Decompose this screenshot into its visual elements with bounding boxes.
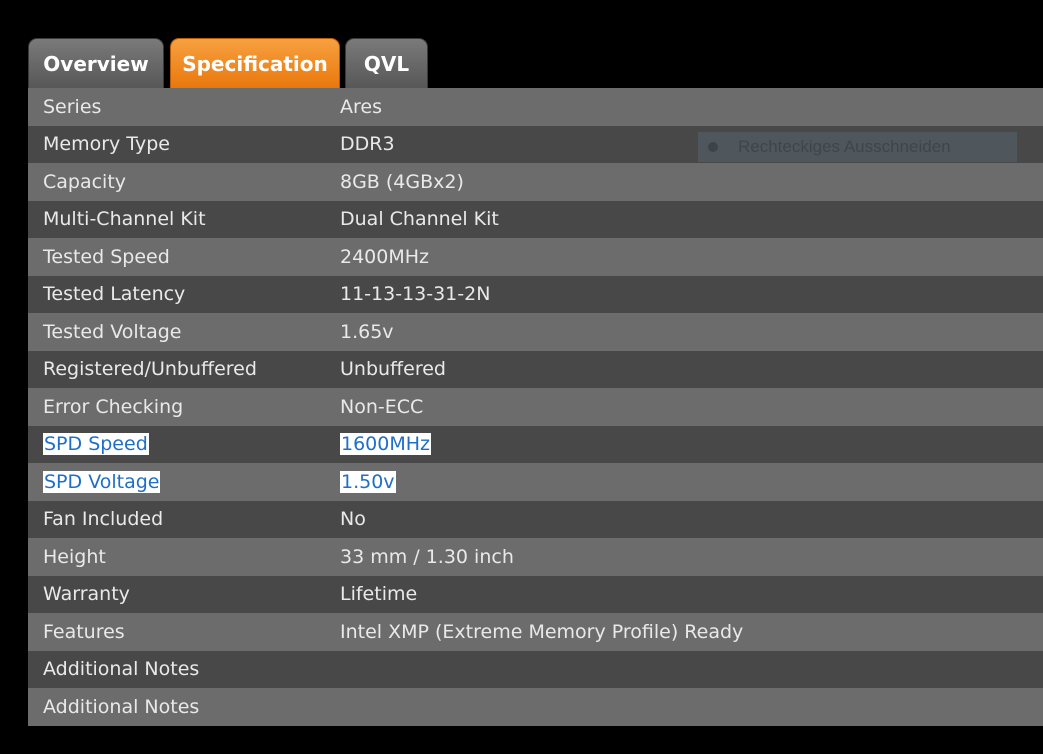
row-label: Memory Type [43,133,170,156]
row-label: Height [43,545,106,568]
row-label: Multi-Channel Kit [43,208,206,231]
row-label: Registered/Unbuffered [43,358,257,381]
row-label: Tested Voltage [43,320,182,343]
row-value: 11-13-13-31-2N [340,283,491,306]
row-label: Capacity [43,170,127,193]
row-label: Warranty [43,583,130,606]
row-value: 2400MHz [340,245,430,268]
row-label-selected[interactable]: SPD Speed [43,433,149,456]
row-value: Dual Channel Kit [340,208,499,231]
table-row: Features Intel XMP (Extreme Memory Profi… [28,613,1043,651]
tab-bar: Overview Specification QVL [28,38,428,88]
row-value: Non-ECC [340,395,424,418]
row-label: Additional Notes [43,695,200,718]
row-label: Additional Notes [43,658,200,681]
snipping-tool-overlay: Rechteckiges Ausschneiden [698,132,1017,162]
table-row: Fan Included No [28,500,1043,538]
tab-specification[interactable]: Specification [170,38,340,88]
row-value: Intel XMP (Extreme Memory Profile) Ready [340,620,744,643]
row-label: Tested Latency [43,283,186,306]
table-row-highlighted: SPD Speed 1600MHz [28,425,1043,463]
table-row: Registered/Unbuffered Unbuffered [28,350,1043,388]
row-value: Ares [340,95,382,118]
table-row: Capacity 8GB (4GBx2) [28,163,1043,201]
table-row: Height 33 mm / 1.30 inch [28,538,1043,576]
row-value: 33 mm / 1.30 inch [340,545,514,568]
row-value: DDR3 [340,133,395,156]
table-row: Additional Notes [28,688,1043,726]
table-row: Tested Speed 2400MHz [28,238,1043,276]
table-row: Multi-Channel Kit Dual Channel Kit [28,200,1043,238]
row-value-selected[interactable]: 1.50v [340,470,396,493]
table-row: Tested Voltage 1.65v [28,313,1043,351]
row-label: Series [43,95,102,118]
row-label: Features [43,620,125,643]
table-row-highlighted: SPD Voltage 1.50v [28,463,1043,501]
table-row: Warranty Lifetime [28,575,1043,613]
row-value-selected[interactable]: 1600MHz [340,433,432,456]
row-label: Tested Speed [43,245,170,268]
table-row: Tested Latency 11-13-13-31-2N [28,275,1043,313]
radio-dot-icon [708,142,718,152]
row-value: 8GB (4GBx2) [340,170,464,193]
row-label: Fan Included [43,508,164,531]
tab-overview[interactable]: Overview [28,38,164,88]
tab-qvl[interactable]: QVL [345,38,428,88]
specification-table: Series Ares Memory Type DDR3 Capacity 8G… [28,88,1043,726]
table-row: Series Ares [28,88,1043,126]
row-label-selected[interactable]: SPD Voltage [43,470,161,493]
row-value: Lifetime [340,583,418,606]
row-value: Unbuffered [340,358,446,381]
overlay-label: Rechteckiges Ausschneiden [738,137,951,156]
row-value: 1.65v [340,320,394,343]
row-label: Error Checking [43,395,184,418]
table-row: Error Checking Non-ECC [28,388,1043,426]
table-row: Additional Notes [28,650,1043,688]
row-value: No [340,508,366,531]
